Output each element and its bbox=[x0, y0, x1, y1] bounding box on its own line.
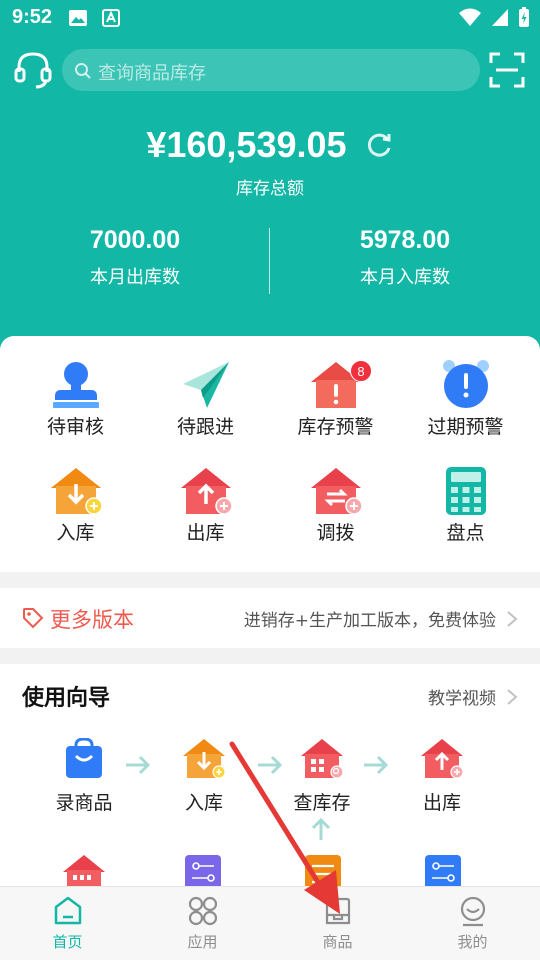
warehouse-icon bbox=[63, 855, 105, 886]
monthly-in-stat[interactable]: 5978.00 本月入库数 bbox=[270, 226, 540, 289]
tag-icon bbox=[23, 608, 44, 629]
quick-action-label: 调拨 bbox=[316, 522, 355, 544]
total-amount: ¥160,539.05 bbox=[146, 124, 347, 165]
arrow-right-icon bbox=[364, 755, 389, 775]
quick-action-stock-warning[interactable]: 8 库存预警 bbox=[268, 336, 403, 438]
search-placeholder: 查询商品库存 bbox=[98, 63, 206, 84]
nav-label: 应用 bbox=[187, 933, 218, 951]
shopping-bag-icon bbox=[66, 738, 102, 778]
reviewer-icon bbox=[53, 362, 99, 408]
guide-step-label: 查库存 bbox=[293, 792, 351, 814]
quick-action-label: 待跟进 bbox=[176, 416, 234, 438]
monthly-out-label: 本月出库数 bbox=[90, 267, 180, 288]
search-bar[interactable]: 查询商品库存 bbox=[62, 49, 480, 91]
process-settings-icon bbox=[185, 855, 221, 886]
guide-step-label: 出库 bbox=[422, 792, 461, 814]
chevron-right-icon bbox=[507, 611, 518, 627]
quick-action-stock-out[interactable]: 出库 bbox=[138, 442, 273, 544]
monthly-out-value: 7000.00 bbox=[89, 226, 181, 254]
guide-step-label: 入库 bbox=[184, 792, 223, 814]
transfer-icon bbox=[311, 468, 363, 515]
stock-in-icon bbox=[51, 468, 103, 515]
total-amount-label: 库存总额 bbox=[236, 179, 304, 199]
top-bar: 查询商品库存 bbox=[0, 46, 540, 94]
image-notification-icon bbox=[69, 10, 87, 26]
quick-actions-card: 待审核 待跟进 8 库存预警 过期预警 入库 出库 调拨 盘点 bbox=[0, 336, 540, 572]
search-icon bbox=[75, 63, 91, 79]
stock-out-icon bbox=[421, 739, 464, 779]
nav-label: 商品 bbox=[322, 933, 353, 951]
guide-title: 使用向导 bbox=[22, 686, 111, 711]
refresh-icon[interactable] bbox=[364, 130, 394, 160]
quick-action-stock-in[interactable]: 入库 bbox=[8, 442, 143, 544]
quick-action-label: 库存预警 bbox=[297, 416, 374, 438]
quick-action-inventory-check[interactable]: 盘点 bbox=[398, 442, 533, 544]
monthly-in-label: 本月入库数 bbox=[360, 267, 450, 288]
quick-action-label: 过期预警 bbox=[427, 416, 504, 438]
tutorial-video-link[interactable]: 教学视频 bbox=[428, 684, 496, 709]
calculator-icon bbox=[446, 467, 486, 515]
nav-apps[interactable]: 应用 bbox=[135, 887, 270, 960]
chevron-right-icon bbox=[507, 689, 518, 705]
status-bar: 9:52 bbox=[0, 0, 540, 36]
monthly-out-stat[interactable]: 7000.00 本月出库数 bbox=[0, 226, 270, 289]
guide-step-label: 录商品 bbox=[55, 792, 113, 814]
apps-grid-icon bbox=[188, 896, 218, 926]
paper-plane-icon bbox=[183, 362, 229, 408]
quick-action-expiry-warning[interactable]: 过期预警 bbox=[398, 336, 533, 438]
stock-query-icon bbox=[301, 739, 344, 779]
quick-action-pending-review[interactable]: 待审核 bbox=[8, 336, 143, 438]
stock-in-icon bbox=[183, 739, 226, 779]
usage-guide-card: 使用向导 教学视频 录商品 入库 查库存 出库 bbox=[0, 664, 540, 886]
quick-action-label: 盘点 bbox=[446, 522, 485, 544]
status-indicators bbox=[458, 6, 530, 28]
arrow-right-icon bbox=[258, 755, 283, 775]
banner-title: 更多版本 bbox=[50, 608, 134, 632]
quick-action-label: 入库 bbox=[56, 522, 95, 544]
document-list-icon bbox=[305, 855, 341, 886]
alarm-clock-icon bbox=[443, 360, 489, 408]
nav-me[interactable]: 我的 bbox=[405, 887, 540, 960]
status-time: 9:52 bbox=[12, 6, 53, 28]
profile-icon bbox=[460, 896, 486, 927]
more-versions-banner[interactable]: 更多版本 进销存+生产加工版本，免费体验 bbox=[0, 588, 540, 648]
header: 9:52 查询商品库存 ¥160,539.05 库存总额 7000.00 本月出… bbox=[0, 0, 540, 372]
settings-flow-icon bbox=[425, 855, 461, 886]
nav-products[interactable]: 商品 bbox=[270, 887, 405, 960]
nav-label: 首页 bbox=[52, 933, 83, 951]
stock-out-icon bbox=[181, 468, 233, 515]
quick-action-pending-followup[interactable]: 待跟进 bbox=[138, 336, 273, 438]
scan-icon[interactable] bbox=[488, 51, 526, 89]
product-box-icon bbox=[325, 897, 351, 925]
nav-home[interactable]: 首页 bbox=[0, 887, 135, 960]
arrow-up-icon bbox=[311, 817, 331, 840]
home-icon bbox=[54, 896, 82, 925]
arrow-right-icon bbox=[126, 755, 151, 775]
customer-service-icon[interactable] bbox=[14, 50, 52, 90]
stock-warning-badge: 8 bbox=[350, 360, 372, 382]
total-amount-row: ¥160,539.05 bbox=[0, 124, 540, 166]
banner-description: 进销存+生产加工版本，免费体验 bbox=[243, 611, 496, 631]
nav-label: 我的 bbox=[457, 933, 488, 951]
battery-icon bbox=[519, 7, 529, 27]
quick-action-label: 待审核 bbox=[46, 416, 104, 438]
bottom-navigation: 首页 应用 商品 我的 bbox=[0, 886, 540, 960]
quick-action-label: 出库 bbox=[186, 522, 225, 544]
signal-icon bbox=[492, 9, 508, 26]
wifi-icon bbox=[459, 8, 481, 26]
quick-action-transfer[interactable]: 调拨 bbox=[268, 442, 403, 544]
monthly-in-value: 5978.00 bbox=[359, 226, 451, 254]
keyboard-notification-icon bbox=[102, 9, 120, 27]
